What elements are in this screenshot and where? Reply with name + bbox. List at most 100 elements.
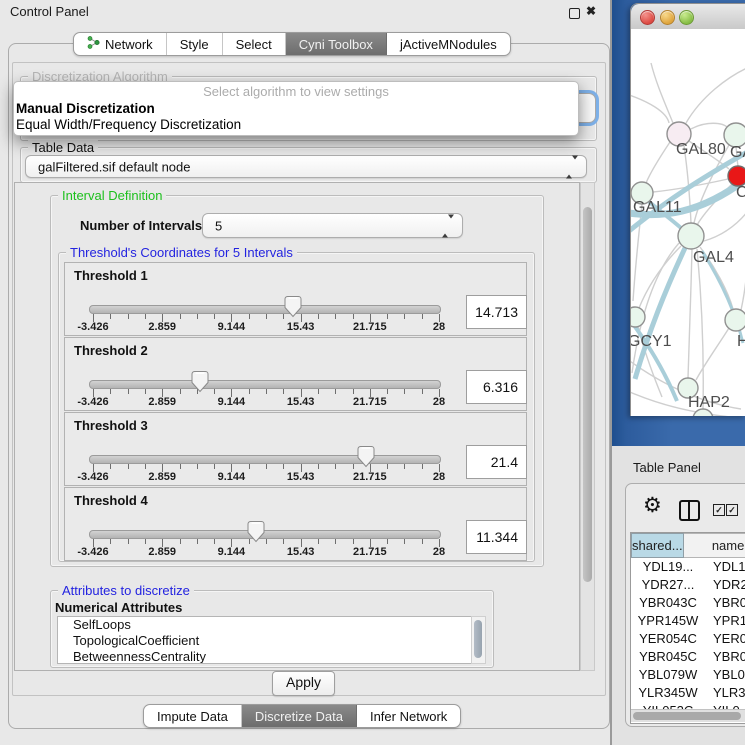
dropdown-placeholder: Select algorithm to view settings — [14, 82, 578, 101]
threshold-panel: Threshold 2-3.4262.8599.14415.4321.71528… — [64, 337, 527, 411]
scrollbar-thumb[interactable] — [474, 620, 482, 658]
tick-mark — [110, 314, 111, 319]
slider-thumb[interactable] — [247, 520, 265, 548]
attributes-list[interactable]: SelfLoopsTopologicalCoefficientBetweenne… — [57, 616, 472, 664]
network-node-gal4[interactable] — [678, 223, 704, 249]
tab-jactivemnodules[interactable]: jActiveMNodules — [387, 33, 510, 55]
tick-mark — [422, 539, 423, 544]
tick-label: 21.715 — [353, 546, 387, 558]
table-row[interactable]: YBR045CYBR0 — [631, 648, 745, 666]
float-window-icon[interactable] — [569, 8, 580, 19]
tick-label: 15.43 — [287, 546, 315, 558]
split-columns-icon[interactable] — [679, 500, 700, 521]
tick-label: 21.715 — [353, 321, 387, 333]
table-row[interactable]: YDL19...YDL1 — [631, 558, 745, 576]
tick-mark — [145, 464, 146, 469]
slider-thumb[interactable] — [191, 370, 209, 398]
tick-mark — [249, 389, 250, 394]
tick-mark — [353, 389, 354, 394]
number-of-intervals-combobox[interactable]: 5 — [202, 213, 463, 238]
vertical-scrollbar[interactable] — [580, 182, 595, 671]
close-icon[interactable]: ✖ — [586, 4, 596, 18]
network-window[interactable]: GAL80GACGAL11GAL4GCY1HHAP2 — [630, 3, 745, 416]
scrollbar-thumb[interactable] — [633, 712, 741, 720]
tick-mark — [197, 539, 198, 544]
tab-select[interactable]: Select — [223, 33, 286, 55]
tick-mark — [249, 464, 250, 469]
tab-style[interactable]: Style — [167, 33, 223, 55]
slider-thumb[interactable] — [357, 445, 375, 473]
node-label: GCY1 — [631, 333, 672, 350]
network-edge[interactable] — [651, 63, 673, 123]
network-edge[interactable] — [686, 67, 745, 123]
network-node-h[interactable] — [725, 309, 745, 331]
slider-track[interactable] — [89, 380, 441, 389]
checkbox-icon[interactable]: ✓ — [713, 504, 725, 516]
network-edge[interactable] — [688, 249, 692, 378]
cell-name: YPR1 — [705, 612, 745, 630]
network-window-titlebar[interactable] — [631, 4, 745, 30]
network-edge[interactable] — [631, 91, 669, 123]
slider-track[interactable] — [89, 530, 441, 539]
table-row[interactable]: YLR345WYLR3 — [631, 684, 745, 702]
threshold-value-field[interactable]: 14.713 — [466, 295, 527, 329]
table-row[interactable]: YER054CYER0 — [631, 630, 745, 648]
tick-mark — [353, 314, 354, 319]
threshold-value-field[interactable]: 6.316 — [466, 370, 527, 404]
tick-mark — [266, 539, 267, 544]
table-row[interactable]: YBR043CYBR0 — [631, 594, 745, 612]
checkbox-icon[interactable]: ✓ — [726, 504, 738, 516]
list-item[interactable]: BetweennessCentrality — [58, 649, 471, 664]
column-header-shared-name[interactable]: shared... — [631, 533, 684, 558]
tab-infer-network[interactable]: Infer Network — [357, 705, 460, 727]
threshold-value-field[interactable]: 11.344 — [466, 520, 527, 554]
network-edge[interactable] — [633, 204, 642, 301]
tab-cyni-toolbox[interactable]: Cyni Toolbox — [286, 33, 387, 55]
node-label: GAL11 — [633, 199, 682, 216]
table-row[interactable]: YBL079WYBL0 — [631, 666, 745, 684]
dropdown-item[interactable]: Equal Width/Frequency Discretization — [14, 117, 578, 133]
tab-impute-data[interactable]: Impute Data — [144, 705, 242, 727]
table-row[interactable]: YPR145WYPR1 — [631, 612, 745, 630]
tick-label: 15.43 — [287, 471, 315, 483]
scrollbar-thumb[interactable] — [583, 207, 592, 582]
dropdown-item[interactable]: Manual Discretization — [14, 101, 578, 117]
slider-thumb[interactable] — [284, 295, 302, 323]
gear-icon[interactable]: ⚙ — [643, 495, 662, 516]
cell-name: YDL1 — [705, 558, 745, 576]
network-edge[interactable] — [704, 211, 745, 241]
tab-network[interactable]: Network — [74, 33, 167, 55]
slider-track[interactable] — [89, 305, 441, 314]
tab-discretize-data[interactable]: Discretize Data — [242, 705, 357, 727]
tick-mark — [249, 314, 250, 319]
tick-label: 28 — [433, 546, 445, 558]
network-edge[interactable] — [691, 123, 728, 129]
network-edge[interactable] — [646, 142, 670, 183]
threshold-value-field[interactable]: 21.4 — [466, 445, 527, 479]
tick-mark — [335, 539, 336, 544]
table-header-row: shared... name — [631, 533, 745, 558]
attributes-scrollbar[interactable] — [471, 616, 486, 664]
apply-button[interactable]: Apply — [272, 671, 335, 696]
tick-mark — [422, 314, 423, 319]
tick-mark — [145, 389, 146, 394]
slider-track[interactable] — [89, 455, 441, 464]
network-edge[interactable] — [696, 328, 729, 380]
minimize-traffic-light[interactable] — [660, 10, 675, 25]
zoom-traffic-light[interactable] — [679, 10, 694, 25]
list-item[interactable]: TopologicalCoefficient — [58, 633, 471, 649]
node-label: HAP2 — [688, 394, 730, 411]
network-icon — [87, 36, 100, 52]
close-traffic-light[interactable] — [640, 10, 655, 25]
horizontal-scrollbar[interactable] — [631, 709, 745, 722]
network-edge[interactable] — [741, 257, 745, 310]
table-data-combobox[interactable]: galFiltered.sif default node — [25, 155, 587, 178]
list-item[interactable]: SelfLoops — [58, 617, 471, 633]
network-canvas[interactable]: GAL80GACGAL11GAL4GCY1HHAP2 — [631, 29, 745, 416]
network-node-gcy1[interactable] — [631, 307, 645, 327]
tick-mark — [266, 314, 267, 319]
network-node-red[interactable] — [728, 166, 745, 186]
column-header-name[interactable]: name — [684, 533, 745, 558]
node-table: shared... name YDL19...YDL1YDR27...YDR2Y… — [630, 532, 745, 724]
table-row[interactable]: YDR27...YDR2 — [631, 576, 745, 594]
